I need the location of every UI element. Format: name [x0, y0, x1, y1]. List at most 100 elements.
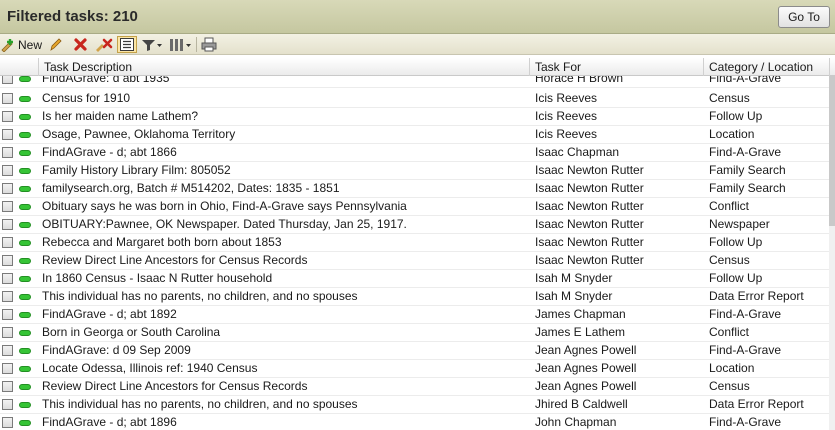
edit-button[interactable] [49, 36, 63, 53]
row-checkbox[interactable] [2, 129, 13, 140]
table-row[interactable]: Review Direct Line Ancestors for Census … [0, 378, 835, 396]
task-category: Census [709, 91, 750, 105]
task-for: Isah M Snyder [535, 289, 613, 303]
row-checkbox[interactable] [2, 183, 13, 194]
task-for: Isaac Newton Rutter [535, 163, 644, 177]
table-row[interactable]: In 1860 Census - Isaac N Rutter househol… [0, 270, 835, 288]
table-row[interactable]: Rebecca and Margaret both born about 185… [0, 234, 835, 252]
list-view-button[interactable] [117, 36, 137, 53]
task-for: James Chapman [535, 307, 626, 321]
status-indicator [19, 384, 31, 390]
go-to-button[interactable]: Go To [778, 6, 830, 28]
task-for: Icis Reeves [535, 127, 598, 141]
task-for: Jean Agnes Powell [535, 361, 637, 375]
status-indicator [19, 150, 31, 156]
task-for: Horace H Brown [535, 76, 624, 85]
task-category: Conflict [709, 199, 750, 213]
row-checkbox[interactable] [2, 255, 13, 266]
row-checkbox[interactable] [2, 363, 13, 374]
table-row[interactable]: Census for 1910 Icis Reeves Census [0, 90, 835, 108]
column-divider [703, 58, 704, 76]
task-description: FindAGrave: d abt 1935 [42, 76, 170, 85]
task-description: familysearch.org, Batch # M514202, Dates… [42, 181, 340, 195]
filter-icon [141, 38, 163, 52]
print-button[interactable] [201, 36, 217, 53]
vertical-scrollbar[interactable] [829, 76, 835, 430]
row-checkbox[interactable] [2, 327, 13, 338]
task-description: Is her maiden name Lathem? [42, 109, 199, 123]
title-bar: Filtered tasks: 210 Go To [0, 0, 835, 34]
row-checkbox[interactable] [2, 237, 13, 248]
scrollbar-thumb[interactable] [829, 76, 835, 226]
table-row[interactable]: OBITUARY:Pawnee, OK Newspaper. Dated Thu… [0, 216, 835, 234]
row-checkbox[interactable] [2, 291, 13, 302]
list-view-icon [120, 38, 134, 51]
new-task-icon [0, 38, 16, 52]
column-header-category-location[interactable]: Category / Location [709, 60, 813, 74]
row-checkbox[interactable] [2, 201, 13, 212]
row-checkbox[interactable] [2, 345, 13, 356]
new-task-label: New [18, 37, 43, 52]
table-row[interactable]: This individual has no parents, no child… [0, 396, 835, 414]
task-description: FindAGrave - d; abt 1866 [42, 145, 177, 159]
task-for: Icis Reeves [535, 109, 598, 123]
task-category: Family Search [709, 181, 786, 195]
edit-icon [49, 37, 63, 52]
row-checkbox[interactable] [2, 165, 13, 176]
table-row[interactable]: Osage, Pawnee, Oklahoma Territory Icis R… [0, 126, 835, 144]
task-category: Find-A-Grave [709, 76, 782, 85]
task-category: Location [709, 361, 755, 375]
toolbar-separator [196, 37, 197, 52]
status-indicator [19, 258, 31, 264]
status-indicator [19, 420, 31, 426]
status-indicator [19, 132, 31, 138]
table-row[interactable]: Born in Georga or South Carolina James E… [0, 324, 835, 342]
task-category: Conflict [709, 325, 750, 339]
row-checkbox[interactable] [2, 399, 13, 410]
task-category: Find-A-Grave [709, 145, 782, 159]
row-checkbox[interactable] [2, 111, 13, 122]
status-indicator [19, 276, 31, 282]
row-checkbox[interactable] [2, 76, 13, 84]
row-checkbox[interactable] [2, 309, 13, 320]
row-checkbox[interactable] [2, 147, 13, 158]
task-for: Isaac Newton Rutter [535, 199, 644, 213]
table-row[interactable]: Locate Odessa, Illinois ref: 1940 Census… [0, 360, 835, 378]
row-checkbox[interactable] [2, 219, 13, 230]
task-category: Follow Up [709, 271, 763, 285]
row-checkbox[interactable] [2, 93, 13, 104]
delete-all-button[interactable] [95, 36, 113, 53]
table-row[interactable]: familysearch.org, Batch # M514202, Dates… [0, 180, 835, 198]
toolbar: New [0, 34, 835, 55]
table-row[interactable]: FindAGrave - d; abt 1896 John Chapman Fi… [0, 414, 835, 430]
task-category: Data Error Report [709, 289, 804, 303]
row-checkbox[interactable] [2, 273, 13, 284]
status-indicator [19, 312, 31, 318]
table-row[interactable]: Family History Library Film: 805052 Isaa… [0, 162, 835, 180]
row-checkbox[interactable] [2, 381, 13, 392]
task-category: Location [709, 127, 755, 141]
task-for: Icis Reeves [535, 91, 598, 105]
filter-button[interactable] [141, 36, 163, 53]
status-indicator [19, 186, 31, 192]
table-row[interactable]: FindAGrave - d; abt 1892 James Chapman F… [0, 306, 835, 324]
print-icon [201, 37, 217, 52]
filtered-count-title: Filtered tasks: 210 [7, 8, 138, 25]
task-list: FindAGrave: d abt 1935 Horace H Brown Fi… [0, 76, 835, 430]
column-header-task-description[interactable]: Task Description [44, 60, 132, 74]
table-row[interactable]: This individual has no parents, no child… [0, 288, 835, 306]
task-category: Find-A-Grave [709, 307, 782, 321]
status-indicator [19, 402, 31, 408]
table-row[interactable]: Review Direct Line Ancestors for Census … [0, 252, 835, 270]
new-task-button[interactable]: New [0, 36, 42, 53]
column-header-task-for[interactable]: Task For [535, 60, 581, 74]
table-row[interactable]: FindAGrave - d; abt 1866 Isaac Chapman F… [0, 144, 835, 162]
table-row[interactable]: Is her maiden name Lathem? Icis Reeves F… [0, 108, 835, 126]
table-row[interactable]: FindAGrave: d abt 1935 Horace H Brown Fi… [0, 76, 835, 88]
delete-button[interactable] [73, 36, 88, 53]
task-description: OBITUARY:Pawnee, OK Newspaper. Dated Thu… [42, 217, 407, 231]
table-row[interactable]: FindAGrave: d 09 Sep 2009 Jean Agnes Pow… [0, 342, 835, 360]
table-row[interactable]: Obituary says he was born in Ohio, Find-… [0, 198, 835, 216]
row-checkbox[interactable] [2, 417, 13, 428]
columns-button[interactable] [169, 36, 193, 53]
